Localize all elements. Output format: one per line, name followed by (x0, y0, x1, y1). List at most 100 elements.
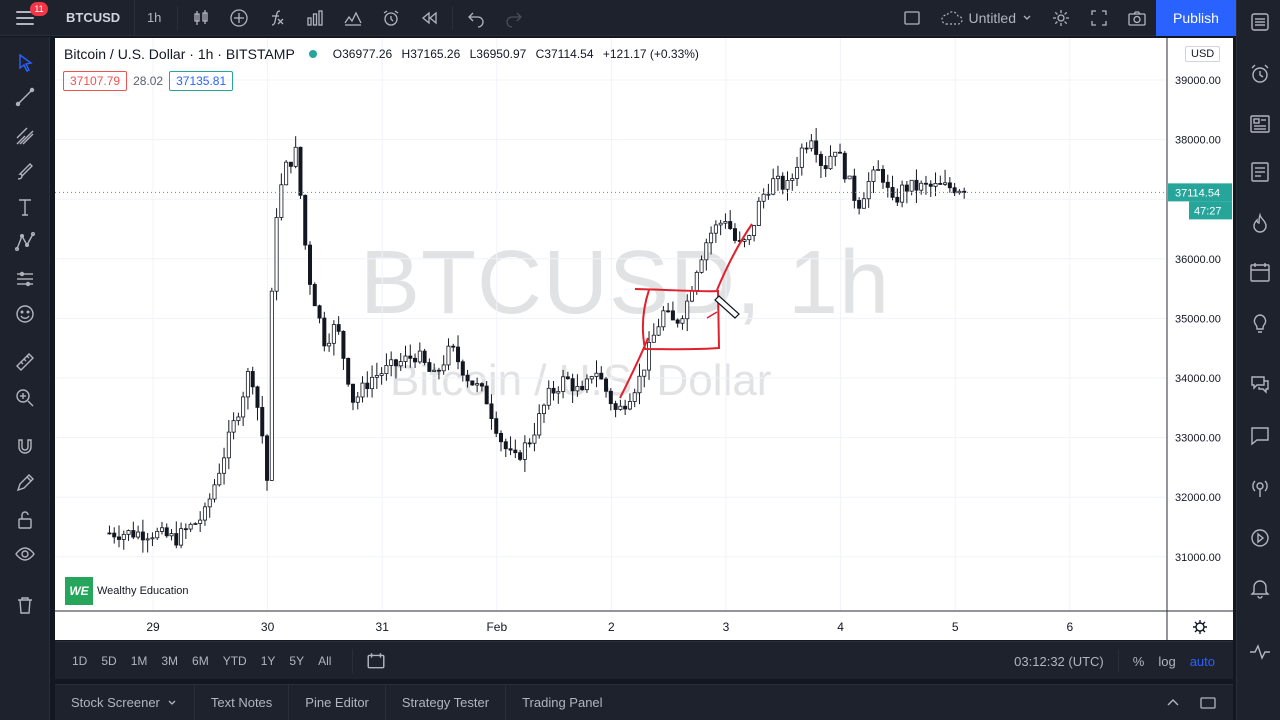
price-chart[interactable]: 39000.00 38000.00 36000.00 35000.00 34000.00… (55, 38, 1233, 640)
go-to-date-button[interactable] (357, 643, 395, 679)
replay-button[interactable] (410, 0, 448, 36)
zoom-tool[interactable] (13, 386, 37, 410)
tab-trading-panel[interactable]: Trading Panel (506, 685, 618, 720)
streams-button[interactable] (1248, 372, 1272, 396)
drawing-toolbar (0, 37, 50, 720)
redo-icon (506, 12, 523, 28)
market-status-dot[interactable] (308, 50, 317, 58)
candle-up (723, 221, 728, 224)
main-menu-button[interactable]: 11 (0, 0, 50, 36)
ideas-button[interactable] (1248, 312, 1272, 336)
chart-type-button[interactable] (182, 0, 220, 36)
publish-button[interactable]: Publish (1156, 0, 1236, 36)
percent-scale-button[interactable]: % (1133, 654, 1145, 669)
snapshot-button[interactable] (1118, 0, 1156, 36)
layout-setup-button[interactable] (893, 0, 931, 36)
currency-label[interactable]: USD (1185, 46, 1221, 62)
symbol-title[interactable]: Bitcoin / U.S. Dollar · 1h · BITSTAMP (64, 46, 295, 62)
redo-button[interactable] (495, 0, 533, 36)
range-button[interactable]: 5Y (282, 654, 311, 668)
chevron-up-icon[interactable] (1165, 695, 1181, 711)
sell-price-button[interactable]: 37107.79 (63, 71, 128, 91)
emoji-tool[interactable] (13, 302, 37, 326)
order-panel-button[interactable] (1248, 526, 1272, 550)
chats-button[interactable] (1248, 424, 1272, 448)
tab-pine-editor[interactable]: Pine Editor (289, 684, 386, 720)
tab-stock-screener[interactable]: Stock Screener (55, 684, 195, 720)
plus-circle-icon (230, 8, 248, 27)
candle-down (728, 221, 733, 230)
notifications-button[interactable] (1248, 476, 1272, 500)
candle-down (255, 386, 260, 408)
data-window-button[interactable] (1248, 160, 1272, 184)
calendar-icon (1250, 263, 1270, 282)
fullscreen-button[interactable] (1080, 0, 1118, 36)
compare-button[interactable] (220, 0, 258, 36)
range-button[interactable]: 3M (154, 654, 185, 668)
range-button[interactable]: 1Y (254, 654, 283, 668)
maximize-panel-icon[interactable] (1199, 695, 1217, 711)
watchlist-button[interactable] (1248, 10, 1272, 34)
alerts-button[interactable] (1248, 62, 1272, 86)
trend-line-tool[interactable] (13, 85, 37, 109)
templates-button[interactable] (334, 0, 372, 36)
candle-up (647, 341, 652, 371)
candle-up (231, 420, 236, 433)
cursor-tool[interactable] (13, 51, 37, 75)
calendar-button[interactable] (1248, 260, 1272, 284)
notification-bell-button[interactable] (1248, 576, 1272, 600)
candle-down (565, 376, 570, 380)
hide-drawings-tool[interactable] (13, 542, 37, 566)
layout-name-button[interactable]: Untitled (931, 10, 1042, 26)
pattern-icon (15, 232, 36, 252)
pitchfork-tool[interactable] (13, 124, 37, 148)
candle-down (265, 435, 270, 481)
candle-down (131, 530, 136, 538)
square-icon (903, 11, 920, 25)
stay-in-drawing-mode-tool[interactable] (13, 471, 37, 495)
alert-button[interactable] (372, 0, 410, 36)
range-button[interactable]: 1M (124, 654, 155, 668)
symbol-search-button[interactable]: BTCUSD (50, 0, 136, 36)
auto-scale-button[interactable]: auto (1190, 654, 1215, 669)
undo-button[interactable] (457, 0, 495, 36)
hotlists-button[interactable] (1248, 212, 1272, 236)
time-zone-button[interactable]: 03:12:32 (UTC) (1014, 654, 1104, 669)
flame-icon (1253, 212, 1267, 233)
range-button[interactable]: All (311, 654, 338, 668)
lightbulb-icon (1253, 314, 1267, 333)
axis-settings-icon[interactable] (1193, 620, 1207, 634)
candle-up (575, 385, 580, 392)
prediction-tool[interactable] (13, 267, 37, 291)
interval-label: 1h (146, 10, 162, 25)
interval-button[interactable]: 1h (135, 0, 173, 36)
settings-button[interactable] (1042, 0, 1080, 36)
range-button[interactable]: 1D (65, 654, 94, 668)
range-button[interactable]: YTD (216, 654, 254, 668)
news-button[interactable] (1248, 112, 1272, 136)
financials-button[interactable] (296, 0, 334, 36)
indicators-button[interactable] (258, 0, 296, 36)
chart-pane[interactable]: BTCUSD, 1h Bitcoin / U.S. Dollar 39000.0… (55, 38, 1233, 640)
magnet-tool[interactable] (13, 435, 37, 459)
tab-strategy-tester[interactable]: Strategy Tester (386, 684, 507, 720)
buy-price-button[interactable]: 37135.81 (169, 71, 234, 91)
text-tool[interactable] (13, 195, 37, 219)
last-price-label: 37114.54 (1175, 187, 1220, 199)
candle-up (522, 442, 527, 460)
candle-up (432, 369, 437, 372)
candle-down (518, 452, 523, 460)
pulse-button[interactable] (1248, 640, 1272, 664)
ruler-tool[interactable] (13, 350, 37, 374)
patterns-tool[interactable] (13, 230, 37, 254)
candle-up (828, 155, 833, 170)
tab-text-notes[interactable]: Text Notes (195, 684, 290, 720)
range-button[interactable]: 5D (94, 654, 123, 668)
candle-up (713, 224, 718, 234)
remove-drawings-tool[interactable] (13, 593, 37, 617)
lock-drawings-tool[interactable] (13, 508, 37, 532)
range-button[interactable]: 6M (185, 654, 216, 668)
divider (452, 5, 454, 30)
log-scale-button[interactable]: log (1158, 654, 1175, 669)
brush-tool[interactable] (13, 160, 37, 184)
